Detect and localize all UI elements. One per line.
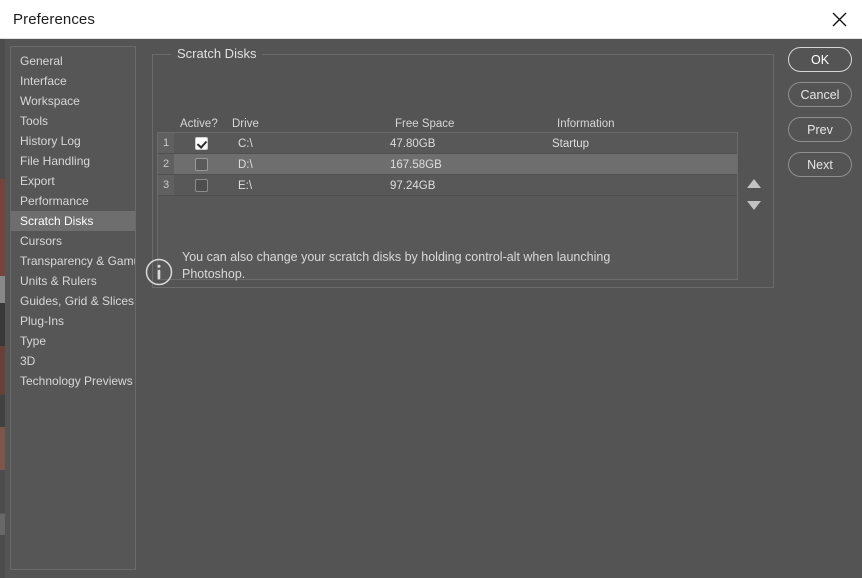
sidebar-item-interface[interactable]: Interface: [11, 71, 135, 91]
sidebar-item-plug-ins[interactable]: Plug-Ins: [11, 311, 135, 331]
sidebar-item-label: Performance: [20, 194, 89, 208]
sidebar-item-label: Plug-Ins: [20, 314, 64, 328]
sidebar-item-file-handling[interactable]: File Handling: [11, 151, 135, 171]
active-checkbox[interactable]: [195, 179, 208, 192]
row-free-space-cell: 97.24GB: [390, 180, 552, 192]
row-free-space-cell: 167.58GB: [390, 159, 552, 171]
sidebar-item-label: History Log: [20, 134, 81, 148]
active-checkbox[interactable]: [195, 137, 208, 150]
row-number: 2: [158, 154, 174, 175]
sidebar-item-label: Scratch Disks: [20, 214, 93, 228]
sidebar-item-label: Interface: [20, 74, 67, 88]
table-row[interactable]: 2 D:\ 167.58GB: [158, 154, 737, 175]
sidebar-item-label: Workspace: [20, 94, 80, 108]
close-icon: [832, 12, 847, 27]
preferences-dialog: Preferences General Interface Workspace …: [0, 0, 862, 578]
column-header-drive: Drive: [232, 118, 259, 130]
sidebar-item-technology-previews[interactable]: Technology Previews: [11, 371, 135, 391]
row-drive-cell: E:\: [228, 180, 390, 192]
sidebar-item-guides-grid-slices[interactable]: Guides, Grid & Slices: [11, 291, 135, 311]
sidebar-item-workspace[interactable]: Workspace: [11, 91, 135, 111]
sidebar-item-export[interactable]: Export: [11, 171, 135, 191]
sidebar-item-transparency-gamut[interactable]: Transparency & Gamut: [11, 251, 135, 271]
sidebar-item-performance[interactable]: Performance: [11, 191, 135, 211]
ok-button[interactable]: OK: [788, 47, 852, 72]
row-drive-cell: C:\: [228, 138, 390, 150]
sidebar-item-label: Technology Previews: [20, 374, 133, 388]
sidebar-item-label: Tools: [20, 114, 48, 128]
next-button[interactable]: Next: [788, 152, 852, 177]
info-icon: [145, 258, 175, 291]
sidebar-item-label: Transparency & Gamut: [20, 254, 136, 268]
row-active-cell[interactable]: [174, 137, 228, 150]
row-active-cell[interactable]: [174, 179, 228, 192]
sidebar-item-label: 3D: [20, 354, 35, 368]
sidebar-item-3d[interactable]: 3D: [11, 351, 135, 371]
sidebar-item-label: General: [20, 54, 63, 68]
sidebar-item-tools[interactable]: Tools: [11, 111, 135, 131]
sidebar-item-cursors[interactable]: Cursors: [11, 231, 135, 251]
sidebar-item-type[interactable]: Type: [11, 331, 135, 351]
reorder-controls: [745, 179, 765, 221]
scratch-disks-table-header: Active? Drive Free Space Information: [153, 118, 773, 132]
sidebar-item-general[interactable]: General: [11, 51, 135, 71]
scratch-disks-info-note: You can also change your scratch disks b…: [145, 249, 645, 291]
close-button[interactable]: [816, 0, 862, 38]
row-information-cell: Startup: [552, 138, 737, 150]
cancel-button[interactable]: Cancel: [788, 82, 852, 107]
row-number: 3: [158, 175, 174, 196]
sidebar-item-label: Export: [20, 174, 55, 188]
column-header-active: Active?: [180, 118, 218, 130]
preferences-category-list[interactable]: General Interface Workspace Tools Histor…: [10, 46, 136, 570]
sidebar-item-history-log[interactable]: History Log: [11, 131, 135, 151]
sidebar-item-label: File Handling: [20, 154, 90, 168]
title-bar: Preferences: [0, 0, 862, 39]
row-active-cell[interactable]: [174, 158, 228, 171]
scratch-disks-group-title: Scratch Disks: [171, 46, 262, 61]
sidebar-item-scratch-disks[interactable]: Scratch Disks: [11, 211, 135, 231]
window-title: Preferences: [13, 11, 95, 28]
dialog-body: General Interface Workspace Tools Histor…: [0, 39, 862, 578]
arrow-up-icon[interactable]: [747, 179, 761, 188]
arrow-down-icon[interactable]: [747, 201, 761, 210]
column-header-free-space: Free Space: [395, 118, 454, 130]
column-header-information: Information: [557, 118, 615, 130]
window-edge-artifact: [0, 39, 5, 578]
active-checkbox[interactable]: [195, 158, 208, 171]
row-free-space-cell: 47.80GB: [390, 138, 552, 150]
sidebar-item-label: Units & Rulers: [20, 274, 97, 288]
sidebar-item-label: Cursors: [20, 234, 62, 248]
table-row[interactable]: 1 C:\ 47.80GB Startup: [158, 133, 737, 154]
prev-button[interactable]: Prev: [788, 117, 852, 142]
info-note-text: You can also change your scratch disks b…: [182, 249, 622, 283]
row-separator: [158, 195, 737, 196]
sidebar-item-units-rulers[interactable]: Units & Rulers: [11, 271, 135, 291]
sidebar-list: General Interface Workspace Tools Histor…: [11, 47, 135, 391]
sidebar-item-label: Guides, Grid & Slices: [20, 294, 134, 308]
table-row[interactable]: 3 E:\ 97.24GB: [158, 175, 737, 196]
row-drive-cell: D:\: [228, 159, 390, 171]
dialog-action-buttons: OK Cancel Prev Next: [788, 47, 852, 187]
sidebar-item-label: Type: [20, 334, 46, 348]
row-number: 1: [158, 133, 174, 154]
